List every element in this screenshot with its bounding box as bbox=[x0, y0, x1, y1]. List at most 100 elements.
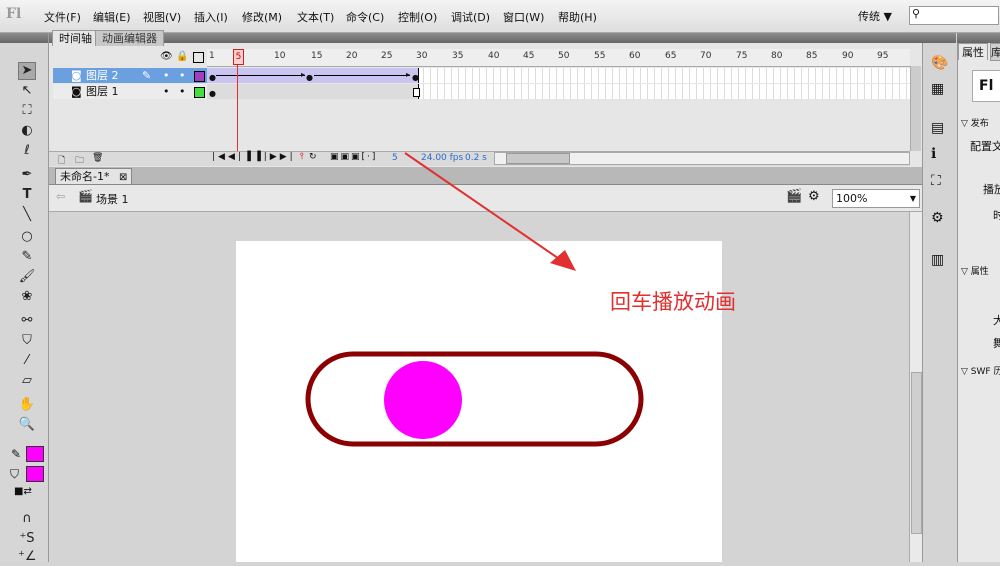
timeline-vertical-scrollbar[interactable] bbox=[910, 66, 921, 151]
show-hide-all-icon[interactable]: 👁 bbox=[160, 51, 173, 62]
menu-window[interactable]: 窗口(W) bbox=[503, 9, 544, 25]
layer-row[interactable]: ◙ 图层 2 ✎ • • bbox=[53, 68, 207, 83]
frame-number-label: 75 bbox=[736, 51, 748, 61]
zoom-tool-icon[interactable]: 🔍 bbox=[18, 416, 36, 434]
keyframe-dot[interactable]: ● bbox=[209, 73, 216, 82]
tween-arrow-head: ▸ bbox=[301, 70, 306, 79]
pen-tool-icon[interactable]: ✒ bbox=[18, 166, 36, 184]
paint-bucket-tool-icon[interactable]: ⛉ bbox=[18, 332, 36, 350]
playhead-frame-number[interactable]: 5 bbox=[233, 49, 244, 65]
layer-row[interactable]: ◙ 图层 1 • • bbox=[53, 84, 207, 99]
straighten-icon[interactable]: ⁺∠ bbox=[18, 548, 37, 566]
outline-all-icon[interactable] bbox=[193, 52, 204, 63]
document-tab[interactable]: 未命名-1* ⊠ bbox=[55, 168, 133, 184]
scrollbar-thumb[interactable] bbox=[911, 372, 922, 534]
frame-number-label: 80 bbox=[771, 51, 783, 61]
info-panel-icon[interactable]: ℹ bbox=[931, 146, 936, 162]
properties-panel bbox=[957, 33, 1000, 562]
oval-tool-icon[interactable]: ○ bbox=[18, 228, 36, 246]
search-input[interactable]: ⚲ bbox=[909, 6, 999, 25]
menu-view[interactable]: 视图(V) bbox=[143, 9, 181, 25]
menu-help[interactable]: 帮助(H) bbox=[558, 9, 597, 25]
pencil-tool-icon[interactable]: ✎ bbox=[18, 248, 36, 266]
menu-edit[interactable]: 编辑(E) bbox=[93, 9, 131, 25]
text-tool-icon[interactable]: T bbox=[18, 186, 36, 204]
tab-properties[interactable]: 属性 bbox=[958, 43, 988, 60]
subselection-tool-icon[interactable]: ↖ bbox=[18, 82, 36, 100]
transform-panel-icon[interactable]: ⛶ bbox=[931, 173, 941, 189]
menu-control[interactable]: 控制(O) bbox=[398, 9, 437, 25]
layer-outline-color[interactable] bbox=[194, 71, 205, 82]
workspace-switcher[interactable]: 传统 ▼ bbox=[858, 8, 892, 24]
playback-controls[interactable]: |◀◀|▐▐|▶▶| bbox=[212, 152, 296, 162]
pill-shape[interactable] bbox=[305, 351, 644, 447]
menu-text[interactable]: 文本(T) bbox=[297, 9, 334, 25]
visibility-dot[interactable]: • bbox=[163, 84, 170, 99]
swap-colors-icon[interactable]: ■⇄ bbox=[14, 486, 32, 497]
section-swf-history[interactable]: ▽ SWF 历 bbox=[961, 364, 1000, 377]
bone-tool-icon[interactable]: ⚯ bbox=[18, 312, 36, 330]
delete-layer-icon[interactable]: 🗑 bbox=[92, 153, 103, 163]
lasso-tool-icon[interactable]: ℓ bbox=[18, 142, 36, 160]
zoom-select[interactable]: 100% ▼ bbox=[832, 189, 920, 208]
lock-dot[interactable]: • bbox=[179, 84, 186, 99]
lock-all-icon[interactable]: 🔒 bbox=[176, 51, 188, 62]
timeline-panel-header bbox=[49, 33, 922, 43]
keyframe-dot[interactable]: ● bbox=[209, 89, 216, 98]
lock-dot[interactable]: • bbox=[179, 68, 186, 83]
search-icon: ⚲ bbox=[912, 7, 921, 20]
keyframe-dot[interactable]: ● bbox=[306, 73, 313, 82]
color-panel-icon[interactable]: 🎨 bbox=[931, 55, 948, 71]
align-panel-icon[interactable]: ▤ bbox=[931, 120, 944, 136]
dock-header bbox=[922, 33, 956, 43]
label-profile: 配置文 bbox=[970, 140, 1000, 153]
edit-symbol-icon[interactable]: ⚙ bbox=[808, 189, 820, 204]
menu-file[interactable]: 文件(F) bbox=[44, 9, 81, 25]
menu-commands[interactable]: 命令(C) bbox=[346, 9, 384, 25]
tab-motion-editor[interactable]: 动画编辑器 bbox=[95, 30, 164, 46]
deco-tool-icon[interactable]: ❀ bbox=[18, 288, 36, 306]
stroke-color-swatch[interactable] bbox=[26, 446, 44, 462]
current-frame[interactable]: 5 bbox=[392, 153, 398, 163]
edit-scene-icon[interactable]: 🎬 bbox=[786, 189, 802, 204]
onion-skin-icons[interactable]: ▣▣▣[·] bbox=[330, 152, 377, 162]
section-properties[interactable]: ▽ 属性 bbox=[961, 264, 989, 277]
components-panel-icon[interactable]: ⚙ bbox=[931, 210, 944, 226]
menu-modify[interactable]: 修改(M) bbox=[242, 9, 282, 25]
brush-tool-icon[interactable]: 🖌 bbox=[18, 268, 36, 286]
line-tool-icon[interactable]: ╲ bbox=[18, 206, 36, 224]
app-logo: Fl bbox=[6, 6, 22, 22]
tab-timeline[interactable]: 时间轴 bbox=[52, 30, 99, 46]
free-transform-tool-icon[interactable]: ⛶ bbox=[18, 102, 36, 120]
static-frames-span[interactable] bbox=[207, 84, 419, 99]
smooth-icon[interactable]: ⁺S bbox=[18, 530, 36, 548]
3d-rotation-tool-icon[interactable]: ◐ bbox=[18, 122, 36, 140]
section-publish[interactable]: ▽ 发布 bbox=[961, 116, 989, 129]
close-icon[interactable]: ⊠ bbox=[119, 172, 127, 183]
eyedropper-tool-icon[interactable]: ⁄ bbox=[18, 352, 36, 370]
visibility-dot[interactable]: • bbox=[163, 68, 170, 83]
frame-number-label: 60 bbox=[629, 51, 641, 61]
loop-icon[interactable]: ↻ bbox=[309, 152, 317, 162]
swatches-panel-icon[interactable]: ▦ bbox=[931, 81, 944, 97]
motion-presets-icon[interactable]: ▥ bbox=[931, 252, 944, 268]
tab-library[interactable]: 库 bbox=[990, 43, 1000, 61]
chevron-down-icon: ▼ bbox=[909, 194, 916, 203]
playhead[interactable] bbox=[237, 49, 238, 166]
fill-color-swatch[interactable] bbox=[26, 466, 44, 482]
eraser-tool-icon[interactable]: ▱ bbox=[18, 372, 36, 390]
layer-icon: ◙ bbox=[71, 69, 82, 82]
frame-number-label: 55 bbox=[594, 51, 606, 61]
magenta-ball[interactable] bbox=[384, 361, 462, 439]
selection-tool-icon[interactable]: ➤ bbox=[18, 62, 36, 80]
scene-name[interactable]: 场景 1 bbox=[96, 191, 129, 207]
hand-tool-icon[interactable]: ✋ bbox=[18, 396, 36, 414]
menu-debug[interactable]: 调试(D) bbox=[451, 9, 490, 25]
keyframe-dot[interactable]: ● bbox=[412, 73, 419, 82]
back-arrow-icon[interactable]: ⇦ bbox=[56, 190, 65, 203]
frame-number-label: 1 bbox=[209, 51, 215, 61]
menu-insert[interactable]: 插入(I) bbox=[194, 9, 228, 25]
center-frame-icon[interactable]: ⫯ bbox=[300, 152, 304, 162]
layer-outline-color[interactable] bbox=[194, 87, 205, 98]
snap-magnet-icon[interactable]: ∩ bbox=[18, 510, 36, 528]
